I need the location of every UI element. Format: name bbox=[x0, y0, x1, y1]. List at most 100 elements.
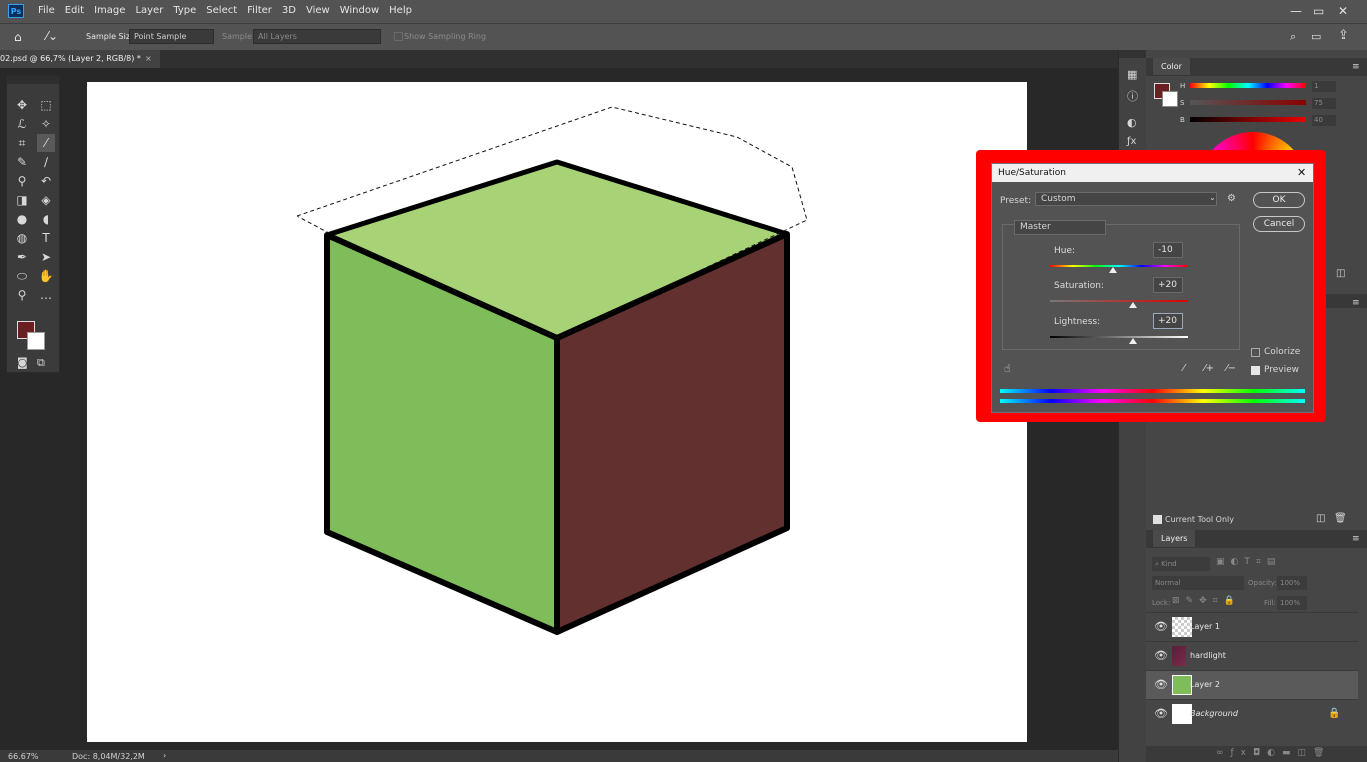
menu-window[interactable]: Window bbox=[340, 5, 379, 16]
zoom-tool-icon[interactable]: ⚲ bbox=[13, 286, 31, 304]
blur-tool-icon[interactable]: ● bbox=[13, 210, 31, 228]
layer-kind-filter[interactable]: ⌕ Kind bbox=[1152, 557, 1210, 571]
layer-name[interactable]: hardlight bbox=[1190, 651, 1226, 660]
preview-checkbox[interactable] bbox=[1251, 366, 1260, 375]
eyedropper-tool-icon[interactable]: ⁄ bbox=[37, 134, 55, 152]
dodge-tool-icon[interactable]: ◖ bbox=[37, 210, 55, 228]
lightness-input[interactable]: +20 bbox=[1153, 313, 1183, 329]
dialog-close-icon[interactable]: ✕ bbox=[1297, 166, 1306, 179]
sample-select[interactable]: All Layers bbox=[253, 29, 381, 44]
eraser-tool-icon[interactable]: ◨ bbox=[13, 191, 31, 209]
layer-name[interactable]: Background bbox=[1190, 709, 1238, 718]
color-panel-title[interactable]: Color bbox=[1153, 58, 1190, 75]
layers-footer-icons[interactable]: ∞ƒx◘◐▬◫🗑 bbox=[1216, 748, 1331, 758]
saturation-slider-thumb[interactable] bbox=[1129, 302, 1137, 308]
color-panel-menu-icon[interactable]: ≡ bbox=[1352, 62, 1360, 72]
current-tool-only-checkbox[interactable] bbox=[1153, 515, 1162, 524]
targeted-adjustment-hand-icon[interactable]: ☝ bbox=[1004, 362, 1011, 375]
layer-visibility-eye-icon[interactable]: 👁 bbox=[1154, 707, 1168, 720]
clone-stamp-tool-icon[interactable]: ⚲ bbox=[13, 172, 31, 190]
eyedropper-add-icon[interactable]: ⁄+ bbox=[1204, 363, 1214, 374]
cancel-button[interactable]: Cancel bbox=[1253, 216, 1305, 232]
path-selection-tool-icon[interactable]: ➤ bbox=[37, 248, 55, 266]
new-preset-icon[interactable]: ◫ bbox=[1336, 268, 1345, 279]
saturation-slider[interactable] bbox=[1190, 100, 1306, 105]
info-icon[interactable]: ⓘ bbox=[1127, 88, 1138, 104]
layer-visibility-eye-icon[interactable]: 👁 bbox=[1154, 678, 1168, 691]
history-brush-tool-icon[interactable]: ↶ bbox=[37, 172, 55, 190]
layer-name[interactable]: Layer 1 bbox=[1190, 622, 1220, 631]
shape-tool-icon[interactable]: ⬭ bbox=[13, 267, 31, 285]
search-icon[interactable]: ⌕ bbox=[1290, 30, 1296, 44]
type-tool-icon[interactable]: T bbox=[37, 229, 55, 247]
channel-select[interactable]: Master bbox=[1014, 220, 1106, 235]
saturation-value[interactable]: 75 bbox=[1312, 98, 1336, 109]
layer-row-background[interactable]: 👁 Background 🔒 bbox=[1146, 699, 1358, 728]
colorize-checkbox[interactable] bbox=[1251, 348, 1260, 357]
more-tools-icon[interactable]: … bbox=[37, 286, 55, 304]
menu-type[interactable]: Type bbox=[173, 5, 196, 16]
menu-help[interactable]: Help bbox=[389, 5, 412, 16]
document-tab-close-icon[interactable]: × bbox=[145, 50, 152, 68]
move-tool-icon[interactable]: ✥ bbox=[13, 96, 31, 114]
lock-icons[interactable]: ⊠✎✥⌗🔒 bbox=[1172, 596, 1241, 606]
menu-image[interactable]: Image bbox=[94, 5, 125, 16]
lightness-slider-track[interactable] bbox=[1050, 336, 1188, 338]
hue-input[interactable]: -10 bbox=[1153, 242, 1183, 258]
hue-slider-thumb[interactable] bbox=[1109, 267, 1117, 273]
document-canvas[interactable] bbox=[87, 82, 1027, 742]
brightness-value[interactable]: 40 bbox=[1312, 115, 1336, 126]
brush-tool-icon[interactable]: ∕ bbox=[37, 153, 55, 171]
ok-button[interactable]: OK bbox=[1253, 192, 1305, 208]
lightness-slider-thumb[interactable] bbox=[1129, 338, 1137, 344]
menu-layer[interactable]: Layer bbox=[135, 5, 163, 16]
hue-value[interactable]: 1 bbox=[1312, 81, 1336, 92]
layer-row-hardlight[interactable]: 👁 hardlight bbox=[1146, 641, 1358, 670]
minimize-icon[interactable]: — bbox=[1290, 4, 1302, 18]
show-ring-checkbox[interactable] bbox=[394, 32, 403, 41]
sponge-tool-icon[interactable]: ◍ bbox=[13, 229, 31, 247]
layer-name[interactable]: Layer 2 bbox=[1190, 680, 1220, 689]
hue-slider-track[interactable] bbox=[1050, 265, 1188, 267]
quick-mask-icon[interactable]: ◙ bbox=[17, 356, 28, 369]
opacity-value[interactable]: 100% bbox=[1277, 576, 1307, 590]
status-menu-arrow[interactable]: › bbox=[163, 751, 166, 760]
close-window-icon[interactable]: ✕ bbox=[1338, 4, 1348, 18]
menu-select[interactable]: Select bbox=[206, 5, 237, 16]
preset-select[interactable]: Custom bbox=[1035, 192, 1217, 206]
share-icon[interactable]: ⇪ bbox=[1338, 28, 1349, 43]
hand-tool-icon[interactable]: ✋ bbox=[37, 267, 55, 285]
background-color-swatch[interactable] bbox=[27, 332, 45, 350]
preset-panel-menu-icon[interactable]: ≡ bbox=[1352, 298, 1360, 308]
histogram-icon[interactable]: ▦ bbox=[1127, 68, 1137, 81]
saturation-input[interactable]: +20 bbox=[1153, 277, 1183, 293]
magic-wand-tool-icon[interactable]: ✧ bbox=[37, 115, 55, 133]
eyedropper-preset-icon[interactable]: ⁄⌄ bbox=[46, 29, 58, 43]
hue-slider[interactable] bbox=[1190, 83, 1306, 88]
layer-filter-icons[interactable]: ▣◐T⌗▤ bbox=[1216, 557, 1281, 567]
restore-icon[interactable]: ▭ bbox=[1313, 4, 1324, 18]
layers-panel-menu-icon[interactable]: ≡ bbox=[1352, 534, 1360, 544]
new-tool-preset-icon[interactable]: ◫ bbox=[1316, 513, 1325, 524]
screen-mode-icon[interactable]: ⧉ bbox=[37, 356, 45, 370]
pen-tool-icon[interactable]: ✒ bbox=[13, 248, 31, 266]
layer-visibility-eye-icon[interactable]: 👁 bbox=[1154, 649, 1168, 662]
styles-icon[interactable]: ƒx bbox=[1127, 136, 1136, 147]
menu-view[interactable]: View bbox=[306, 5, 330, 16]
workspace-icon[interactable]: ▭ bbox=[1311, 30, 1321, 43]
adjustments-icon[interactable]: ◐ bbox=[1127, 116, 1137, 129]
layer-visibility-eye-icon[interactable]: 👁 bbox=[1154, 620, 1168, 633]
preset-options-icon[interactable]: ⚙ bbox=[1227, 193, 1236, 204]
delete-tool-preset-icon[interactable]: 🗑 bbox=[1334, 513, 1347, 524]
color-background-swatch[interactable] bbox=[1162, 91, 1178, 107]
crop-tool-icon[interactable]: ⌗ bbox=[13, 134, 31, 152]
sample-size-select[interactable]: Point Sample bbox=[129, 29, 214, 44]
document-tab[interactable]: 02.psd @ 66,7% (Layer 2, RGB/8) * × bbox=[0, 50, 160, 68]
collapse-strip-icon[interactable] bbox=[1119, 50, 1147, 58]
saturation-slider-track[interactable] bbox=[1050, 300, 1188, 302]
menu-3d[interactable]: 3D bbox=[282, 5, 296, 16]
eyedropper-subtract-icon[interactable]: ⁄− bbox=[1226, 363, 1236, 374]
menu-file[interactable]: File bbox=[38, 5, 55, 16]
layer-row-layer-1[interactable]: 👁 Layer 1 bbox=[1146, 612, 1358, 641]
fill-value[interactable]: 100% bbox=[1277, 596, 1307, 610]
